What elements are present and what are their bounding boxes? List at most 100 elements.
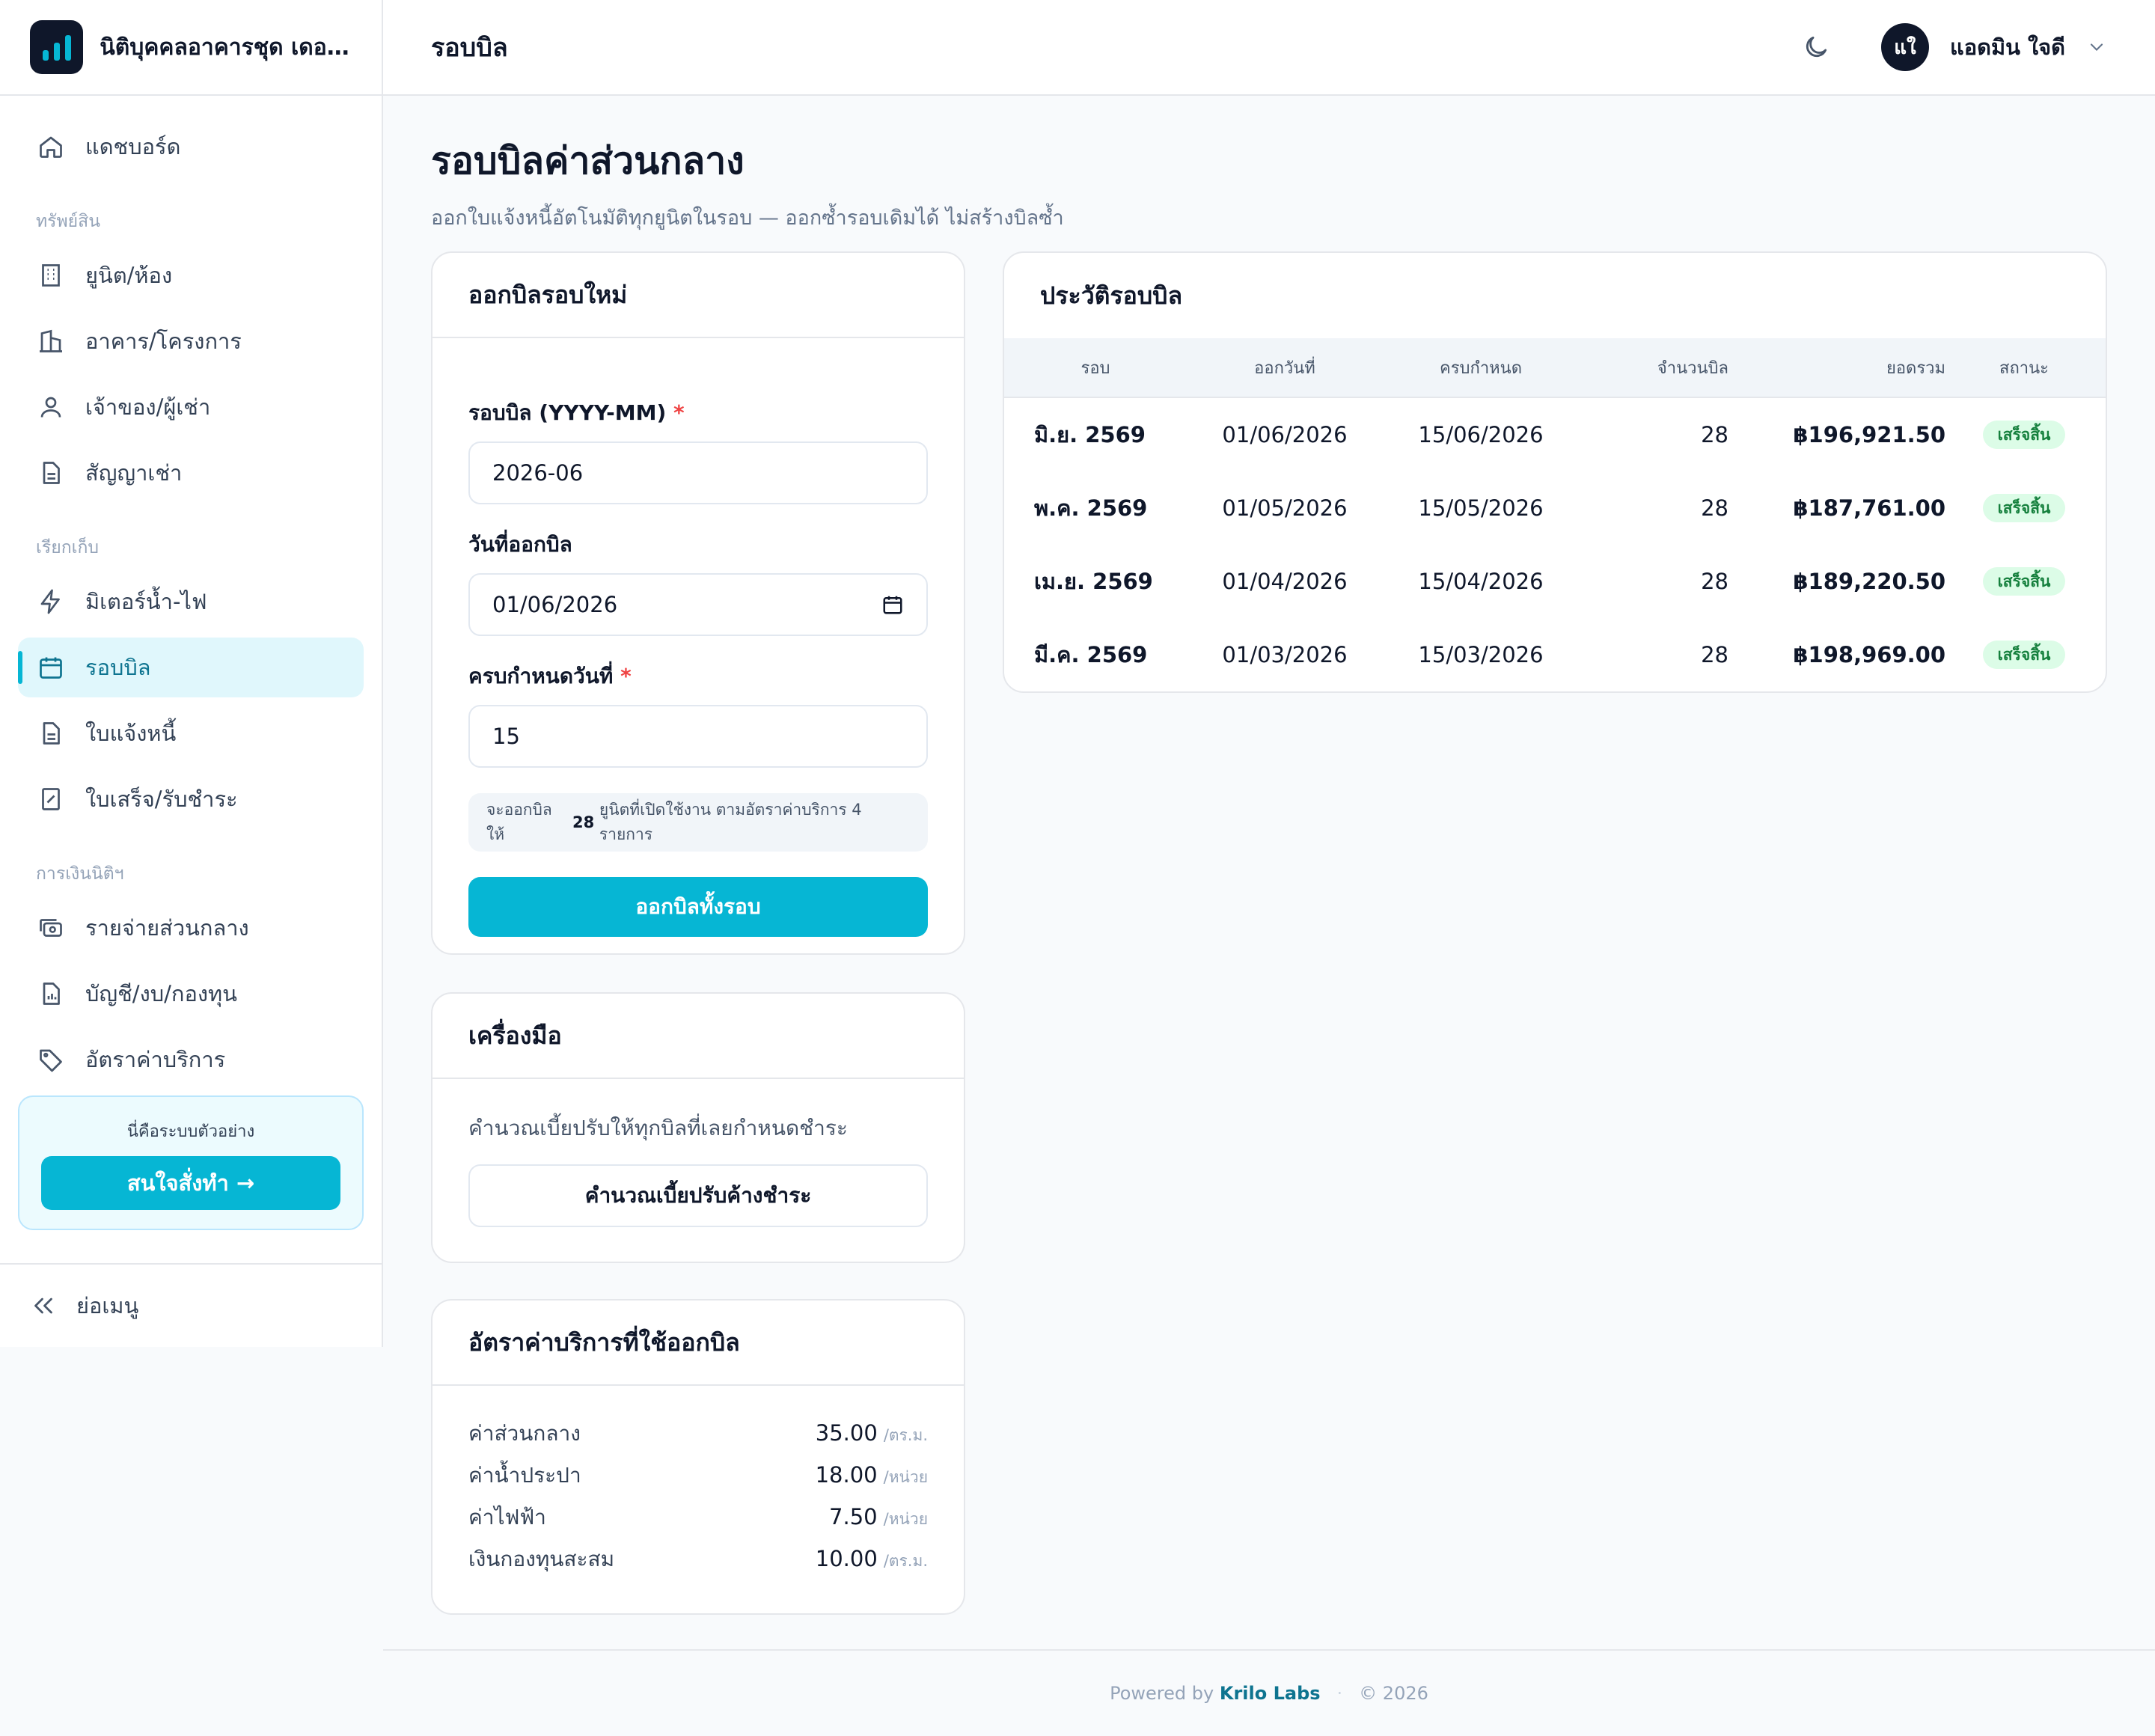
table-header: รอบ ออกวันที่ ครบกำหนด จำนวนบิล ยอดรวม ส… (1004, 338, 2106, 398)
cell-total: ฿187,761.00 (1793, 495, 1945, 521)
sidebar-item-invoices[interactable]: ใบแจ้งหนี้ (18, 703, 364, 763)
period-label: รอบบิล (YYYY-MM) * (468, 400, 685, 425)
cell-period: มิ.ย. 2569 (1034, 422, 1146, 447)
sidebar-item-accounts[interactable]: บัญชี/งบ/กองทุน (18, 964, 364, 1024)
rate-row: ค่าน้ำประปา 18.00/หน่วย (468, 1459, 928, 1501)
document-icon (36, 458, 66, 488)
promo-box: นี่คือระบบตัวอย่าง สนใจสั่งทำ → (18, 1095, 364, 1230)
order-button[interactable]: สนใจสั่งทำ → (41, 1156, 340, 1210)
sidebar-item-leases[interactable]: สัญญาเช่า (18, 443, 364, 503)
new-cycle-card: ออกบิลรอบใหม่ รอบบิล (YYYY-MM) * 2026-06… (431, 251, 965, 955)
sidebar-item-label: มิเตอร์น้ำ-ไฟ (85, 589, 207, 614)
issue-date-input[interactable]: 01/06/2026 (468, 573, 928, 636)
copyright: © 2026 (1359, 1683, 1428, 1704)
nav-section-billing: เรียกเก็บ (36, 538, 100, 557)
table-row[interactable]: เม.ย. 2569 01/04/2026 15/04/2026 28 ฿189… (1004, 545, 2106, 618)
user-name[interactable]: แอดมิน ใจดี (1950, 30, 2065, 64)
status-badge: เสร็จสิ้น (1982, 421, 2066, 449)
period-input[interactable]: 2026-06 (468, 441, 928, 504)
sidebar-item-label: อาคาร/โครงการ (85, 328, 242, 354)
status-badge: เสร็จสิ้น (1982, 641, 2066, 669)
rate-unit: /ตร.ม. (883, 1426, 928, 1444)
rate-value: 35.00 (815, 1420, 878, 1446)
bar-chart-icon[interactable] (30, 20, 84, 74)
rate-value: 18.00 (815, 1462, 878, 1488)
calendar-icon[interactable] (881, 593, 904, 616)
calculate-penalty-button[interactable]: คำนวณเบี้ยปรับค้างชำระ (468, 1164, 928, 1227)
sidebar-item-label: แดชบอร์ด (85, 134, 181, 159)
table-row[interactable]: พ.ค. 2569 01/05/2026 15/05/2026 28 ฿187,… (1004, 471, 2106, 545)
sidebar-item-label: สัญญาเช่า (85, 460, 183, 486)
rate-name: เงินกองทุนสะสม (468, 1547, 615, 1571)
sidebar-item-expenses[interactable]: รายจ่ายส่วนกลาง (18, 898, 364, 958)
sidebar-item-label: ยูนิต/ห้อง (85, 263, 173, 288)
sidebar-item-label: รายจ่ายส่วนกลาง (85, 915, 249, 941)
tag-icon (36, 1045, 66, 1075)
cell-period: พ.ค. 2569 (1034, 495, 1148, 521)
footer-separator: · (1336, 1683, 1343, 1704)
org-name: นิติบุคคลอาคารชุด เดอะ ... (100, 34, 352, 61)
topbar-actions: แใ แอดมิน ใจดี (1802, 23, 2107, 71)
sidebar-item-meters[interactable]: มิเตอร์น้ำ-ไฟ (18, 572, 364, 632)
sidebar-item-billing-cycles[interactable]: รอบบิล (18, 638, 364, 697)
cell-period: เม.ย. 2569 (1034, 569, 1153, 594)
cell-due: 15/04/2026 (1418, 569, 1544, 594)
card-title: อัตราค่าบริการที่ใช้ออกบิล (432, 1301, 964, 1386)
table-row[interactable]: มิ.ย. 2569 01/06/2026 15/06/2026 28 ฿196… (1004, 398, 2106, 471)
column-header: ครบกำหนด (1440, 358, 1522, 378)
page-subtitle: ออกใบแจ้งหนี้อัตโนมัติทุกยูนิตในรอบ — ออ… (431, 207, 1064, 230)
topbar: รอบบิล แใ แอดมิน ใจดี (383, 0, 2155, 96)
receipt-icon (36, 784, 66, 814)
cell-issued: 01/06/2026 (1222, 422, 1348, 447)
sidebar-item-label: ใบแจ้งหนี้ (85, 721, 177, 746)
sidebar-item-label: รอบบิล (85, 655, 151, 680)
status-badge: เสร็จสิ้น (1982, 567, 2066, 596)
cash-icon (36, 913, 66, 943)
avatar[interactable]: แใ (1881, 23, 1930, 71)
history-card: ประวัติรอบบิล รอบ ออกวันที่ ครบกำหนด จำน… (1003, 251, 2107, 693)
buildings-icon (36, 326, 66, 356)
rate-row: ค่าส่วนกลาง 35.00/ตร.ม. (468, 1417, 928, 1459)
chevron-down-icon[interactable] (2086, 37, 2107, 58)
calendar-icon (36, 652, 66, 682)
cell-issued: 01/04/2026 (1222, 569, 1348, 594)
card-title: เครื่องมือ (432, 994, 964, 1079)
rates-card: อัตราค่าบริการที่ใช้ออกบิล ค่าส่วนกลาง 3… (431, 1299, 965, 1615)
sidebar-item-label: บัญชี/งบ/กองทุน (85, 981, 237, 1006)
issue-date-value: 01/06/2026 (492, 592, 618, 617)
cell-count: 28 (1701, 422, 1728, 447)
column-header: ยอดรวม (1886, 358, 1945, 378)
issue-date-label: วันที่ออกบิล (468, 532, 572, 557)
sidebar-item-units[interactable]: ยูนิต/ห้อง (18, 245, 364, 305)
sidebar-item-buildings[interactable]: อาคาร/โครงการ (18, 311, 364, 371)
rate-unit: /หน่วย (883, 1468, 928, 1486)
sidebar-item-owners[interactable]: เจ้าของ/ผู้เช่า (18, 377, 364, 437)
collapse-menu-button[interactable]: ย่อเมนู (0, 1263, 382, 1347)
status-badge: เสร็จสิ้น (1982, 494, 2066, 522)
rate-row: เงินกองทุนสะสม 10.00/ตร.ม. (468, 1543, 928, 1585)
building-icon (36, 260, 66, 290)
table-row[interactable]: มี.ค. 2569 01/03/2026 15/03/2026 28 ฿198… (1004, 618, 2106, 691)
report-icon (36, 979, 66, 1009)
sidebar-item-rates[interactable]: อัตราค่าบริการ (18, 1030, 364, 1089)
tools-card: เครื่องมือ คำนวณเบี้ยปรับให้ทุกบิลที่เลย… (431, 992, 965, 1263)
card-title: ออกบิลรอบใหม่ (432, 253, 964, 338)
main-content: รอบบิลค่าส่วนกลาง ออกใบแจ้งหนี้อัตโนมัติ… (431, 132, 2107, 233)
cell-due: 15/03/2026 (1418, 642, 1544, 667)
rate-row: ค่าไฟฟ้า 7.50/หน่วย (468, 1501, 928, 1543)
brand-link[interactable]: Krilo Labs (1220, 1683, 1321, 1704)
sidebar-item-dashboard[interactable]: แดชบอร์ด (18, 117, 364, 177)
cell-period: มี.ค. 2569 (1034, 642, 1148, 667)
sidebar-item-label: เจ้าของ/ผู้เช่า (85, 394, 211, 420)
nav-section-finance: การเงินนิติฯ (36, 864, 124, 884)
due-day-input[interactable]: 15 (468, 705, 928, 768)
sidebar-nav: แดชบอร์ด ทรัพย์สิน ยูนิต/ห้อง อาคาร/โครง… (0, 96, 382, 1089)
issue-all-button[interactable]: ออกบิลทั้งรอบ (468, 877, 928, 937)
sidebar-item-receipts[interactable]: ใบเสร็จ/รับชำระ (18, 769, 364, 829)
home-icon (36, 132, 66, 162)
rate-value: 7.50 (829, 1504, 878, 1529)
due-day-label: ครบกำหนดวันที่ * (468, 664, 632, 688)
moon-icon[interactable] (1802, 33, 1830, 61)
column-header: ออกวันที่ (1254, 358, 1315, 378)
nav-section-assets: ทรัพย์สิน (36, 212, 100, 231)
